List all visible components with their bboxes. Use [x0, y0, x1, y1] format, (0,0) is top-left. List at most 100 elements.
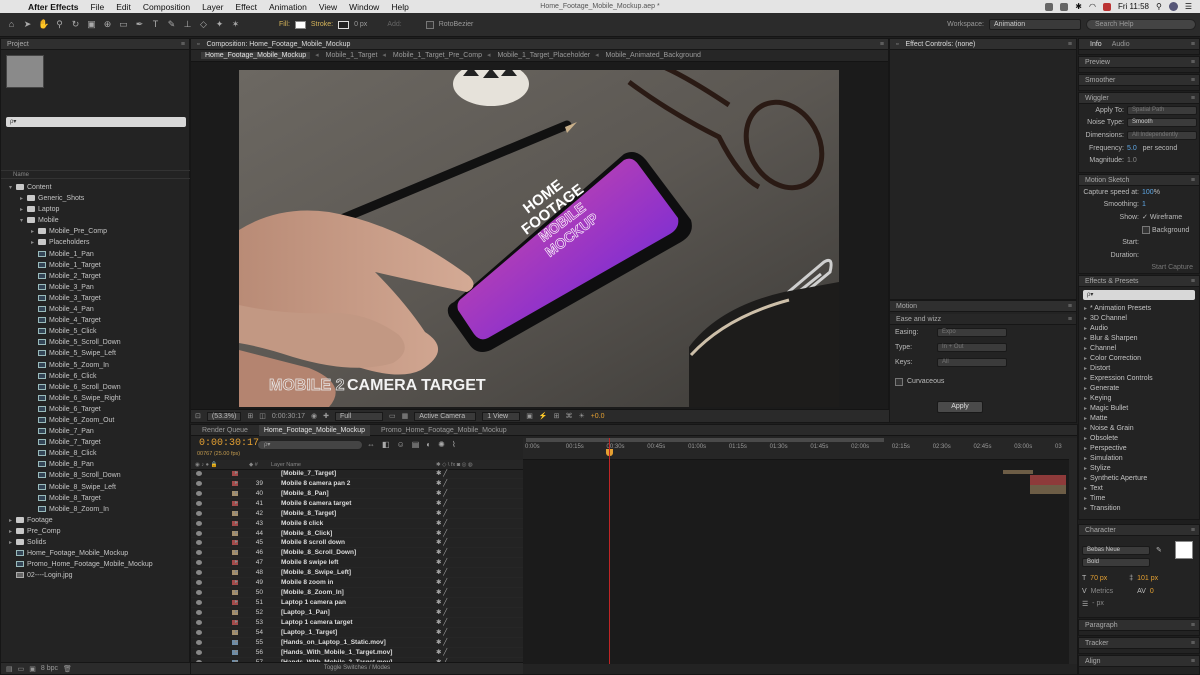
dimensions-select[interactable]: All Independently	[1127, 130, 1197, 140]
effect-category[interactable]: ▸ Perspective	[1079, 444, 1199, 454]
selection-tool-icon[interactable]: ➤	[22, 19, 33, 30]
font-family-select[interactable]: Bebas Neue	[1082, 545, 1150, 555]
effect-category[interactable]: ▸ Simulation	[1079, 454, 1199, 464]
project-item[interactable]: Mobile_4_Pan	[1, 304, 191, 315]
magnitude-value[interactable]: 1.0	[1127, 157, 1137, 164]
visibility-eye-icon[interactable]	[196, 590, 202, 596]
menu-help[interactable]: Help	[385, 2, 414, 12]
stroke-width[interactable]: 0 px	[354, 21, 367, 28]
effect-category[interactable]: ▸ Color Correction	[1079, 354, 1199, 364]
crumb-mobile-1-target-placeholder[interactable]: Mobile_1_Target_Placeholder	[497, 52, 590, 59]
disclosure-closed-icon[interactable]: ▸	[1084, 366, 1087, 372]
wireframe-checkbox[interactable]: ✓	[1142, 213, 1148, 221]
layer-row[interactable]: 43 ▸ Mobile 8 click ✱ ╱	[191, 519, 523, 529]
visibility-eye-icon[interactable]	[196, 649, 202, 655]
disclosure-closed-icon[interactable]: ▸	[1084, 406, 1087, 412]
layer-switches[interactable]: ✱ ╱	[436, 578, 447, 587]
screen-icon[interactable]	[1060, 2, 1069, 11]
disclosure-closed-icon[interactable]: ▸	[235, 608, 238, 617]
disclosure-closed-icon[interactable]: ▸	[235, 469, 238, 478]
work-area-bar[interactable]	[526, 438, 884, 442]
layer-row[interactable]: 45 ▸ Mobile 8 scroll down ✱ ╱	[191, 538, 523, 549]
toggle-pixel-icon[interactable]: ▣	[526, 412, 533, 420]
current-time-display[interactable]: 0:00:30:17	[199, 438, 259, 449]
motion-sketch-tab[interactable]: Motion Sketch	[1085, 177, 1129, 184]
disclosure-closed-icon[interactable]: ▸	[235, 538, 238, 547]
disclosure-closed-icon[interactable]: ▸	[1084, 426, 1087, 432]
layer-switches[interactable]: ✱ ╱	[436, 509, 447, 518]
visibility-eye-icon[interactable]	[196, 550, 202, 556]
layer-name[interactable]: Mobile 8 zoom in	[281, 578, 333, 587]
disclosure-closed-icon[interactable]: ▸	[235, 598, 238, 607]
visibility-eye-icon[interactable]	[196, 639, 202, 645]
project-item[interactable]: Mobile_6_Scroll_Down	[1, 382, 191, 393]
bpc-label[interactable]: 8 bpc	[41, 665, 58, 672]
visibility-eye-icon[interactable]	[196, 520, 202, 526]
layer-switches[interactable]: ✱ ╱	[436, 608, 447, 617]
fill-swatch[interactable]	[294, 20, 306, 29]
fast-preview-icon[interactable]: ⚡	[539, 412, 548, 420]
flowchart-icon[interactable]: ⌘	[565, 412, 572, 420]
visibility-eye-icon[interactable]	[196, 629, 202, 635]
info-tab[interactable]: Info	[1085, 39, 1107, 50]
layer-switches[interactable]: ✱ ╱	[436, 519, 447, 528]
layer-name[interactable]: Mobile 8 click	[281, 519, 323, 528]
project-item[interactable]: Mobile_8_Scroll_Down	[1, 470, 191, 481]
clock[interactable]: Fri 11:58	[1118, 2, 1149, 11]
hand-tool-icon[interactable]: ✋	[38, 19, 49, 30]
curvaceous-checkbox[interactable]	[895, 377, 903, 386]
project-tab[interactable]: Project	[7, 41, 29, 48]
layer-row[interactable]: 51 ▸ Laptop 1 camera pan ✱ ╱	[191, 598, 523, 608]
effect-category[interactable]: ▸ 3D Channel	[1079, 314, 1199, 324]
project-item[interactable]: Mobile_1_Target	[1, 260, 191, 271]
magnification-select[interactable]: (53.3%)	[206, 411, 242, 421]
layer-switches[interactable]: ✱ ╱	[436, 489, 447, 498]
panel-menu-icon[interactable]: ≡	[1068, 39, 1072, 50]
disclosure-closed-icon[interactable]: ▸	[1084, 466, 1087, 472]
effect-category[interactable]: ▸ Matte	[1079, 414, 1199, 424]
layer-row[interactable]: 54 ▸ [Laptop_1_Target] ✱ ╱	[191, 628, 523, 638]
trash-icon[interactable]: 🗑	[63, 665, 72, 673]
project-item[interactable]: ▾ Content	[1, 182, 191, 193]
project-item[interactable]: Mobile_8_Click	[1, 448, 191, 459]
effect-category[interactable]: ▸ Expression Controls	[1079, 374, 1199, 384]
fill-color-swatch[interactable]	[1175, 541, 1193, 559]
panel-menu-icon[interactable]: ≡	[1191, 39, 1195, 50]
layer-switches[interactable]: ✱ ╱	[436, 479, 447, 488]
layer-name[interactable]: Laptop 1 camera pan	[281, 598, 346, 607]
project-item[interactable]: Home_Footage_Mobile_Mockup	[1, 548, 191, 559]
crumb-mobile-1-target[interactable]: Mobile_1_Target	[326, 52, 378, 59]
apply-to-select[interactable]: Spatial Path	[1127, 105, 1197, 115]
project-item[interactable]: Mobile_1_Pan	[1, 249, 191, 260]
show-channel-icon[interactable]: ✚	[323, 412, 329, 420]
visibility-eye-icon[interactable]	[196, 490, 202, 496]
puppet-tool-icon[interactable]: ✶	[230, 19, 241, 30]
project-item[interactable]: Mobile_8_Target	[1, 493, 191, 504]
panel-menu-icon[interactable]: ≡	[1191, 93, 1195, 104]
project-item[interactable]: Mobile_6_Zoom_Out	[1, 415, 191, 426]
layer-row[interactable]: 40 ▸ [Mobile_8_Pan] ✱ ╱	[191, 489, 523, 499]
visibility-eye-icon[interactable]	[196, 609, 202, 615]
new-folder-icon[interactable]: ▭	[18, 665, 25, 673]
disclosure-closed-icon[interactable]: ▸	[1084, 306, 1087, 312]
disclosure-closed-icon[interactable]: ▸	[235, 568, 238, 577]
timeline-scrollbar[interactable]	[1069, 438, 1077, 664]
layer-switches[interactable]: ✱ ╱	[436, 568, 447, 577]
layer-name[interactable]: [Hands_on_Laptop_1_Static.mov]	[281, 638, 386, 647]
toggle-switches-modes[interactable]: Toggle Switches / Modes	[324, 665, 390, 671]
user-icon[interactable]	[1168, 2, 1178, 11]
effect-controls-tab[interactable]: Effect Controls: (none)	[900, 39, 980, 50]
pan-behind-tool-icon[interactable]: ⊕	[102, 19, 113, 30]
project-item[interactable]: Mobile_6_Target	[1, 404, 191, 415]
layer-switches[interactable]: ✱ ╱	[436, 648, 447, 657]
type-tool-icon[interactable]: T	[150, 19, 161, 30]
layer-name[interactable]: [Mobile_8_Scroll_Down]	[281, 548, 356, 557]
render-queue-tab[interactable]: Render Queue	[197, 425, 253, 436]
visibility-eye-icon[interactable]	[196, 560, 202, 566]
viewer-timecode[interactable]: 0:00:30:17	[272, 413, 305, 420]
view-layout-select[interactable]: 1 View	[482, 411, 521, 421]
project-item[interactable]: ▸ Solids	[1, 537, 191, 548]
bluetooth-icon[interactable]: ✱	[1075, 2, 1082, 11]
disclosure-closed-icon[interactable]: ▸	[1084, 456, 1087, 462]
layer-name[interactable]: [Mobile_8_Zoom_In]	[281, 588, 344, 597]
